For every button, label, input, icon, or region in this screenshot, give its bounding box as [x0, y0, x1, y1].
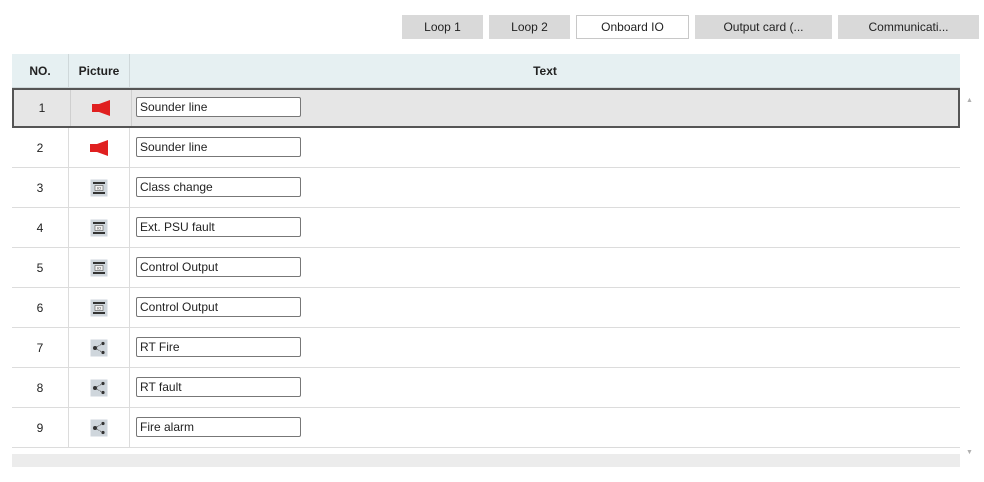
- row-picture-cell: [70, 90, 132, 126]
- routing-icon: [90, 379, 108, 397]
- row-text-input[interactable]: [136, 97, 301, 117]
- column-header-picture[interactable]: Picture: [68, 54, 130, 88]
- scroll-down-arrow-icon[interactable]: ▼: [960, 446, 979, 460]
- io-module-icon: IO: [90, 259, 108, 277]
- grid-body: 1 2 3 IO 4 IO 5 IO 6 IO 7 8 9: [12, 88, 960, 454]
- io-module-icon: IO: [90, 299, 108, 317]
- row-picture-cell: IO: [68, 168, 130, 207]
- sounder-icon: [88, 139, 110, 156]
- tab-communication[interactable]: Communicati...: [838, 15, 979, 39]
- table-row[interactable]: 3 IO: [12, 168, 960, 208]
- row-picture-cell: IO: [68, 248, 130, 287]
- tab-loop-1[interactable]: Loop 1: [402, 15, 483, 39]
- sounder-icon: [90, 100, 112, 116]
- column-header-text[interactable]: Text: [130, 54, 960, 88]
- row-picture-cell: IO: [68, 208, 130, 247]
- row-number: 7: [36, 340, 44, 355]
- row-text-input[interactable]: [136, 177, 301, 197]
- row-picture-cell: [68, 128, 130, 167]
- row-number: 6: [36, 300, 44, 315]
- row-text-input[interactable]: [136, 417, 301, 437]
- io-module-icon: IO: [90, 179, 108, 197]
- tab-loop-2[interactable]: Loop 2: [489, 15, 570, 39]
- row-text-input[interactable]: [136, 217, 301, 237]
- table-row[interactable]: 9: [12, 408, 960, 448]
- svg-text:IO: IO: [97, 185, 101, 190]
- scroll-up-arrow-icon[interactable]: ▲: [960, 94, 979, 108]
- row-picture-cell: [68, 328, 130, 367]
- row-text-input[interactable]: [136, 257, 301, 277]
- row-number: 3: [36, 180, 44, 195]
- table-row[interactable]: 2: [12, 128, 960, 168]
- table-row[interactable]: 5 IO: [12, 248, 960, 288]
- table-row[interactable]: 8: [12, 368, 960, 408]
- row-text-input[interactable]: [136, 297, 301, 317]
- vertical-scrollbar[interactable]: ▲ ▼: [960, 88, 979, 467]
- grid-header: NO. Picture Text: [12, 54, 960, 88]
- io-grid: NO. Picture Text 1 2 3 IO 4 IO 5 IO 6 IO 7 8 9 ▲ ▼: [12, 54, 979, 467]
- routing-icon: [90, 339, 108, 357]
- table-row[interactable]: 6 IO: [12, 288, 960, 328]
- tab-bar: Loop 1 Loop 2 Onboard IO Output card (..…: [0, 15, 984, 39]
- svg-text:IO: IO: [97, 265, 101, 270]
- row-picture-cell: IO: [68, 288, 130, 327]
- routing-icon: [90, 419, 108, 437]
- table-row[interactable]: 7: [12, 328, 960, 368]
- row-number: 4: [36, 220, 44, 235]
- row-text-input[interactable]: [136, 137, 301, 157]
- table-row[interactable]: 1: [12, 88, 960, 128]
- row-picture-cell: [68, 408, 130, 447]
- tab-output-card[interactable]: Output card (...: [695, 15, 832, 39]
- row-number: 2: [36, 140, 44, 155]
- svg-text:IO: IO: [97, 305, 101, 310]
- table-row[interactable]: 4 IO: [12, 208, 960, 248]
- io-module-icon: IO: [90, 219, 108, 237]
- row-text-input[interactable]: [136, 337, 301, 357]
- row-picture-cell: [68, 368, 130, 407]
- grid-footer: [12, 454, 960, 467]
- row-number: 8: [36, 380, 44, 395]
- svg-text:IO: IO: [97, 225, 101, 230]
- row-number: 5: [36, 260, 44, 275]
- row-text-input[interactable]: [136, 377, 301, 397]
- tab-onboard-io[interactable]: Onboard IO: [576, 15, 689, 39]
- row-number: 1: [38, 101, 46, 115]
- column-header-no[interactable]: NO.: [12, 54, 68, 88]
- row-number: 9: [36, 420, 44, 435]
